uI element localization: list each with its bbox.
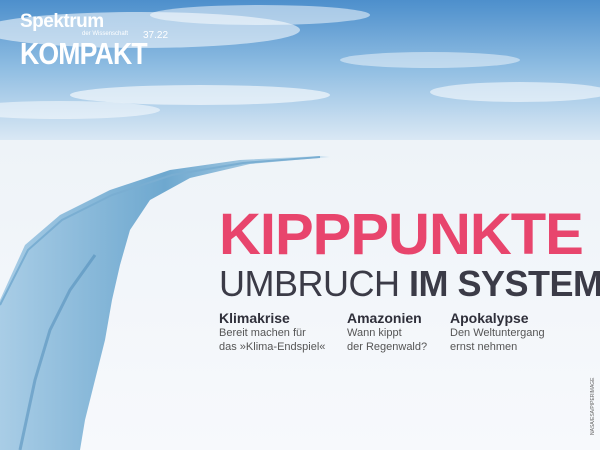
teaser-apokalypse: Apokalypse Den Weltuntergang ernst nehme… xyxy=(450,310,545,354)
brand-name: Spektrum xyxy=(20,11,104,32)
teaser-title: Amazonien xyxy=(347,310,422,326)
teaser-klimakrise: Klimakrise Bereit machen für das »Klima-… xyxy=(219,310,325,354)
photo-credit: NASA/ESA/PIPERIMAGE xyxy=(590,377,596,435)
teaser-title: Klimakrise xyxy=(219,310,290,326)
teaser-title: Apokalypse xyxy=(450,310,529,326)
teaser-text-line2: das »Klima-Endspiel« xyxy=(219,341,326,353)
subline-bold: IM SYSTEM xyxy=(409,263,600,304)
teaser-text-line1: Wann kippt xyxy=(347,327,402,339)
series-title: KOMPAKT xyxy=(20,36,148,71)
teaser-text-line1: Bereit machen für xyxy=(219,327,306,339)
magazine-cover: Spektrum der Wissenschaft KOMPAKT 37.22 … xyxy=(0,0,600,450)
cover-headline: KIPPPUNKTE xyxy=(219,202,584,267)
subline-light: UMBRUCH xyxy=(219,263,400,304)
issue-number: 37.22 xyxy=(143,30,169,41)
teaser-text-line1: Den Weltuntergang xyxy=(450,327,545,339)
teaser-text-line2: der Regenwald? xyxy=(347,341,428,353)
cover-subline: UMBRUCH IM SYSTEM xyxy=(219,263,600,304)
teaser-amazonien: Amazonien Wann kippt der Regenwald? xyxy=(347,310,427,354)
teaser-text-line2: ernst nehmen xyxy=(450,341,518,353)
